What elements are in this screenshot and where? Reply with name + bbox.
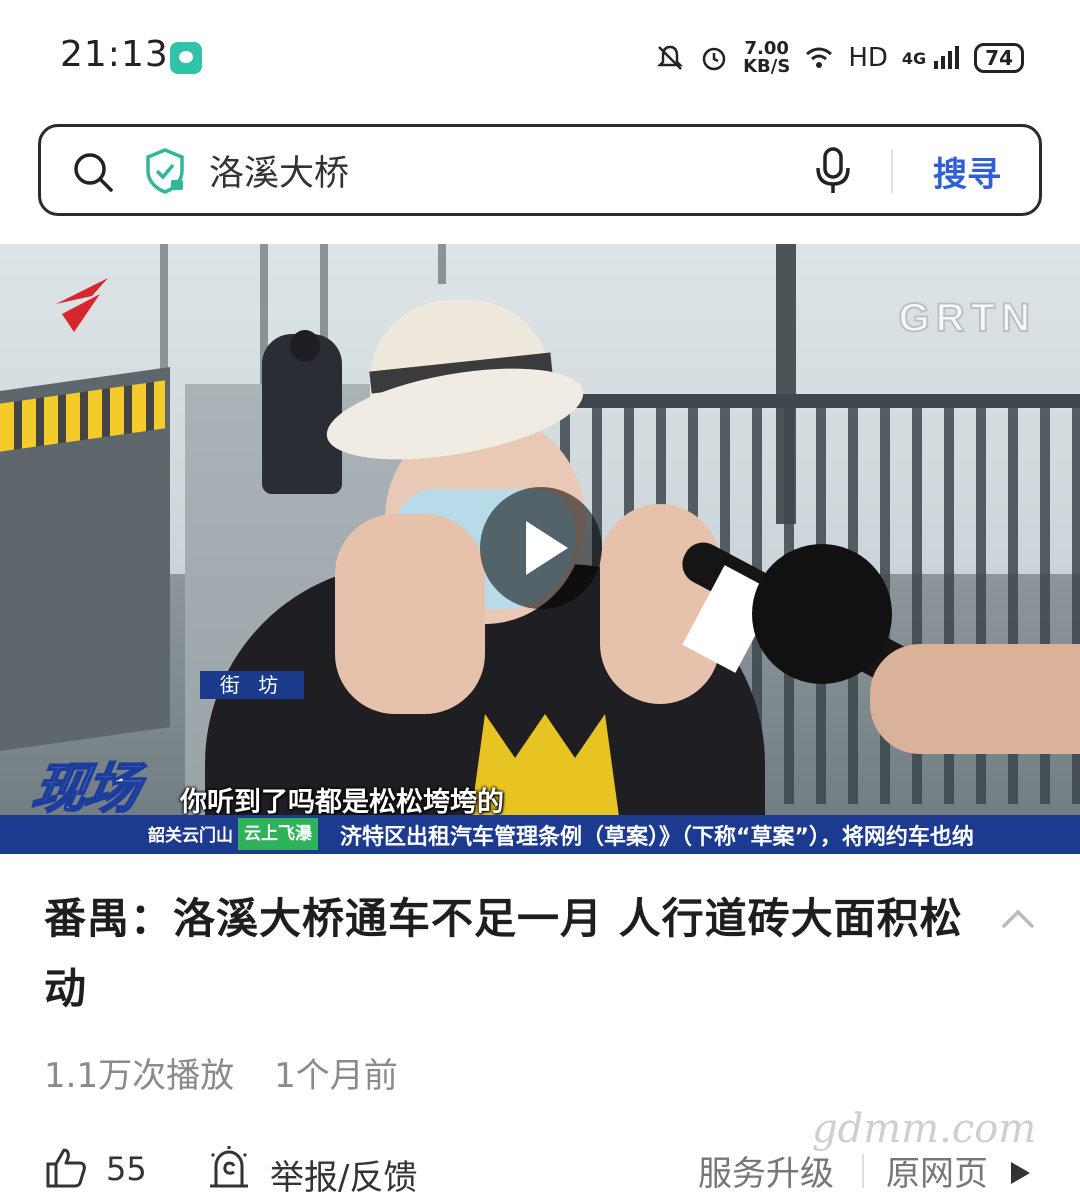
report-alarm-icon[interactable] (206, 1146, 252, 1190)
security-shield-icon (146, 148, 184, 194)
search-button[interactable]: 搜寻 (933, 147, 1001, 196)
left-hand (335, 514, 485, 714)
play-arrow-icon[interactable] (1008, 1160, 1032, 1186)
original-page-button[interactable]: 原网页 (886, 1146, 988, 1193)
report-feedback-button[interactable]: 举报/反馈 (270, 1150, 417, 1193)
rider-helmet (290, 330, 320, 362)
reporter-microphone (752, 544, 892, 684)
signal-icon (934, 46, 960, 69)
service-upgrade-button[interactable]: 服务升级 (698, 1146, 834, 1193)
bridge-cable (438, 244, 446, 284)
wifi-icon (806, 47, 833, 68)
reporter-hand (870, 644, 1080, 754)
program-logo: 现场 (27, 756, 144, 821)
search-input[interactable] (209, 145, 769, 195)
status-time: 21:13 (60, 34, 169, 75)
network-type: 4G (901, 48, 927, 68)
search-icon[interactable] (71, 150, 115, 194)
thumbs-up-icon[interactable] (44, 1146, 88, 1190)
network-speed: 7.00 KB/S (743, 40, 790, 76)
like-count[interactable]: 55 (106, 1150, 147, 1188)
action-bar: 55 举报/反馈 服务升级 原网页 (0, 1140, 1080, 1193)
ticker-text: 济特区出租汽车管理条例（草案）》（下称“草案”），将网约车也纳 (340, 825, 974, 850)
publish-time: 1个月前 (274, 1056, 398, 1096)
search-divider (891, 149, 893, 193)
status-icons: 7.00 KB/S HD 4G 74 (655, 36, 1024, 80)
video-title: 番禺：洛溪大桥通车不足一月 人行道砖大面积松动 (44, 894, 963, 1013)
battery-level: 74 (974, 43, 1024, 73)
video-player[interactable]: GRTN 街 坊 现场 你听到了吗都是松松垮垮的 韶关云门山 云上飞瀑 济特区出… (0, 244, 1080, 854)
news-ticker: 韶关云门山 云上飞瀑 济特区出租汽车管理条例（草案）》（下称“草案”），将网约车… (0, 815, 1080, 854)
network-speed-unit: KB/S (743, 56, 791, 77)
bell-muted-icon (657, 45, 684, 70)
grtn-watermark: GRTN (898, 295, 1036, 341)
video-meta: 1.1万次播放 1个月前 (44, 1048, 398, 1097)
view-count: 1.1万次播放 (44, 1056, 235, 1096)
hd-label: HD (848, 43, 888, 73)
action-divider (862, 1154, 864, 1188)
ticker-location: 韶关云门山 (148, 826, 233, 846)
video-subtitle: 你听到了吗都是松松垮垮的 (180, 787, 504, 818)
chevron-up-icon[interactable] (998, 902, 1038, 932)
right-hand (600, 504, 720, 704)
alarm-icon (702, 47, 726, 71)
channel-logo-icon (56, 278, 108, 332)
search-bar: 搜寻 (38, 124, 1042, 216)
segment-tag: 街 坊 (200, 671, 304, 699)
microphone-icon[interactable] (813, 146, 853, 196)
ticker-highlight: 云上飞瀑 (238, 818, 318, 850)
app-notification-icon (170, 42, 202, 74)
status-bar: 21:13 7.00 KB/S HD 4G 74 (0, 0, 1080, 110)
play-icon[interactable] (480, 487, 602, 609)
